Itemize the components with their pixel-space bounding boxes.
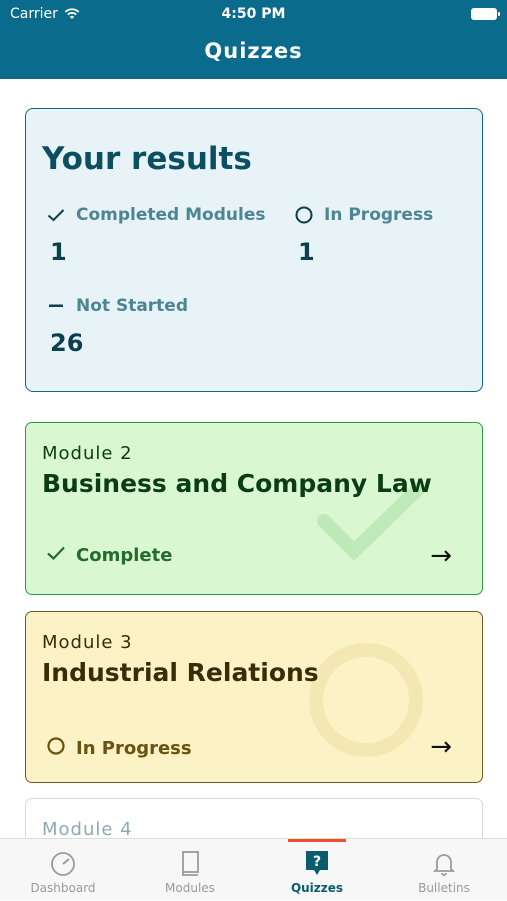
quiz-icon: ? [306, 851, 328, 875]
active-tab-indicator [288, 839, 346, 842]
bell-icon [432, 854, 456, 876]
status-bar: Carrier 4:50 PM [0, 0, 507, 28]
module-status: Complete [46, 545, 172, 566]
tab-modules[interactable]: Modules [127, 839, 253, 901]
arrow-right-icon[interactable]: → [430, 732, 452, 762]
in-progress-stat: In Progress 1 [294, 205, 433, 266]
module-status-label: In Progress [76, 738, 192, 759]
not-started-value: 26 [50, 329, 84, 357]
in-progress-value: 1 [298, 238, 315, 266]
tab-bulletins[interactable]: Bulletins [381, 839, 507, 901]
circle-icon [46, 736, 66, 761]
svg-text:?: ? [313, 854, 321, 870]
tab-label: Quizzes [290, 881, 344, 895]
module-card[interactable]: Module 3 Industrial Relations In Progres… [25, 611, 483, 783]
module-card[interactable]: Module 4 [25, 798, 483, 838]
not-started-label: Not Started [76, 296, 189, 316]
progress-watermark-icon [309, 643, 423, 757]
module-status: In Progress [46, 736, 192, 761]
results-summary-card: Your results Completed Modules 1 In Prog… [25, 108, 483, 392]
dash-icon [46, 304, 66, 308]
checkmark-icon [46, 545, 66, 566]
module-number: Module 4 [42, 819, 133, 838]
tab-bar: Dashboard Modules ? Quizzes Bulletins [0, 838, 507, 900]
in-progress-label: In Progress [324, 205, 434, 225]
status-time: 4:50 PM [221, 6, 286, 22]
completed-stat: Completed Modules 1 [46, 205, 265, 266]
app-header: Carrier 4:50 PM Quizzes [0, 0, 507, 79]
module-number: Module 3 [42, 632, 133, 653]
completed-label: Completed Modules [76, 205, 266, 225]
arrow-right-icon[interactable]: → [430, 541, 452, 571]
gauge-icon [51, 852, 75, 876]
module-number: Module 2 [42, 443, 133, 464]
module-card[interactable]: Module 2 Business and Company Law Comple… [25, 422, 483, 595]
tab-label: Bulletins [418, 881, 470, 895]
completed-value: 1 [50, 238, 67, 266]
module-name: Business and Company Law [42, 469, 432, 498]
module-status-label: Complete [76, 545, 173, 566]
module-name: Industrial Relations [42, 658, 319, 687]
tab-label: Dashboard [30, 881, 96, 895]
page-title: Quizzes [204, 39, 303, 63]
tab-label: Modules [165, 881, 215, 895]
tab-dashboard[interactable]: Dashboard [0, 839, 126, 901]
results-heading: Your results [42, 141, 252, 177]
battery-icon [471, 8, 500, 20]
checkmark-icon [46, 208, 66, 222]
tab-quizzes[interactable]: ? Quizzes [254, 839, 380, 901]
quiz-list[interactable]: Your results Completed Modules 1 In Prog… [0, 79, 507, 838]
circle-icon [294, 206, 314, 224]
book-icon [182, 851, 199, 876]
not-started-stat: Not Started 26 [46, 296, 188, 357]
